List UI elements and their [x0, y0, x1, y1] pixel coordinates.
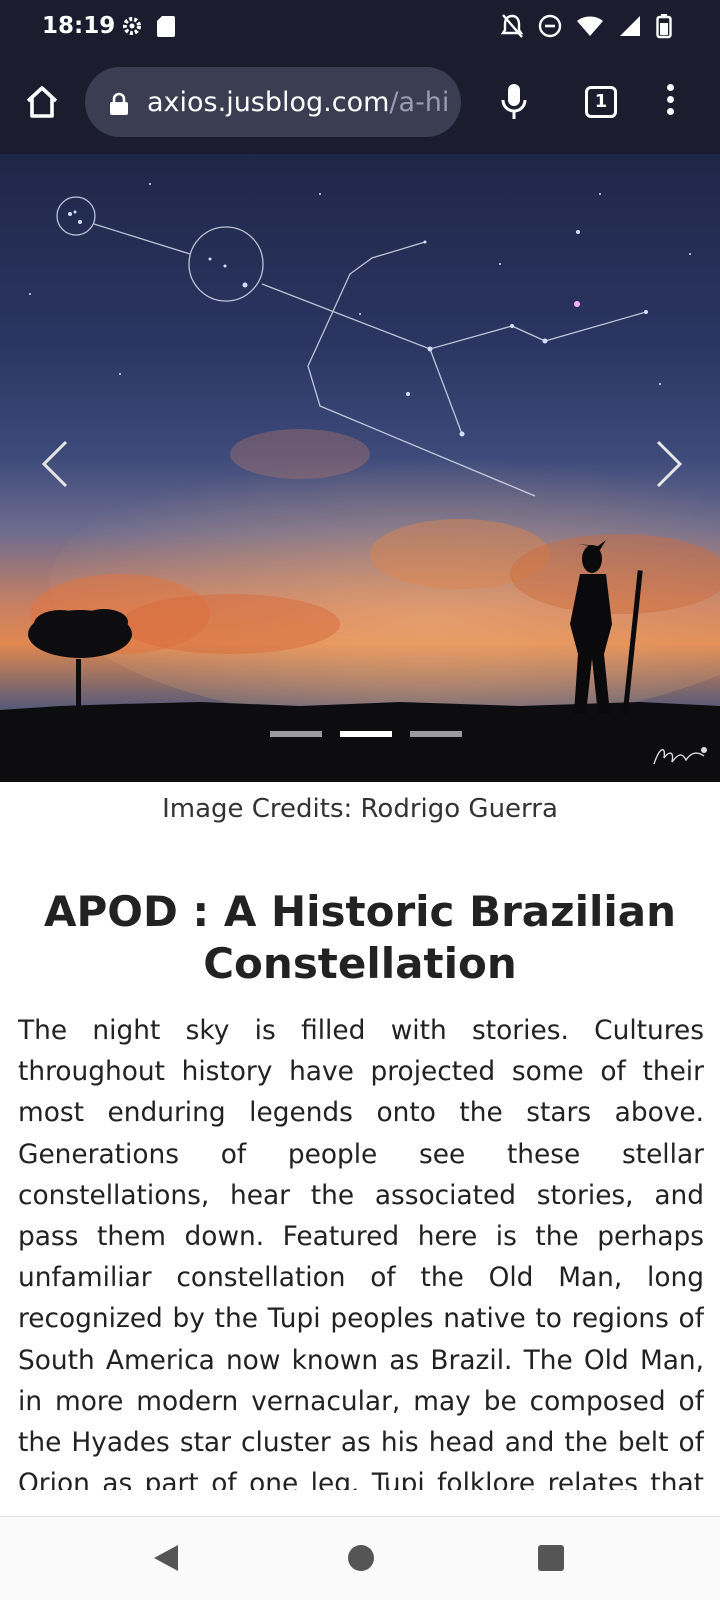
settings-icon	[120, 14, 144, 43]
photographer-signature	[652, 742, 708, 777]
url-text[interactable]: axios.jusblog.com/a-his	[147, 87, 447, 118]
tab-switcher-button[interactable]: 1	[585, 86, 617, 118]
browser-menu-button[interactable]	[664, 84, 676, 120]
url-path: /a-his	[389, 87, 447, 118]
browser-toolbar: axios.jusblog.com/a-his 1	[0, 54, 720, 154]
voice-search-button[interactable]	[500, 82, 528, 127]
article-body: The night sky is filled with stories. Cu…	[18, 1015, 704, 1490]
back-triangle-icon	[154, 1545, 178, 1571]
microphone-icon	[501, 84, 527, 119]
sd-card-icon	[156, 14, 176, 43]
status-time: 18:19	[42, 13, 116, 39]
url-domain: axios.jusblog.com	[147, 87, 390, 118]
recent-apps-button[interactable]	[538, 1545, 564, 1571]
back-button[interactable]	[152, 1543, 180, 1578]
carousel-indicator-active[interactable]	[340, 731, 392, 737]
image-caption: Image Credits: Rodrigo Guerra	[162, 794, 558, 824]
chevron-left-icon	[41, 440, 68, 488]
wifi-icon	[576, 14, 604, 43]
article-title: APOD : A Historic Brazilian Constellatio…	[43, 887, 677, 988]
more-vert-icon	[666, 84, 674, 91]
carousel-next-button[interactable]	[648, 434, 688, 494]
status-bar: 18:19	[0, 0, 720, 54]
carousel-indicator[interactable]	[410, 731, 462, 737]
home-button[interactable]	[24, 84, 60, 120]
carousel-indicator[interactable]	[270, 731, 322, 737]
home-icon	[26, 86, 58, 118]
constellation-photo	[0, 183, 720, 782]
chevron-right-icon	[656, 440, 683, 488]
hero-image[interactable]	[0, 154, 720, 782]
lock-icon	[109, 92, 129, 121]
home-nav-button[interactable]	[348, 1545, 374, 1571]
do-not-disturb-icon	[538, 14, 562, 43]
carousel-indicators	[270, 731, 462, 737]
signal-icon	[618, 14, 642, 43]
url-bar[interactable]: axios.jusblog.com/a-his	[85, 67, 461, 137]
navigation-bar	[0, 1516, 720, 1600]
carousel-previous-button[interactable]	[36, 434, 76, 494]
battery-icon	[656, 13, 672, 44]
notifications-off-icon	[500, 13, 524, 44]
